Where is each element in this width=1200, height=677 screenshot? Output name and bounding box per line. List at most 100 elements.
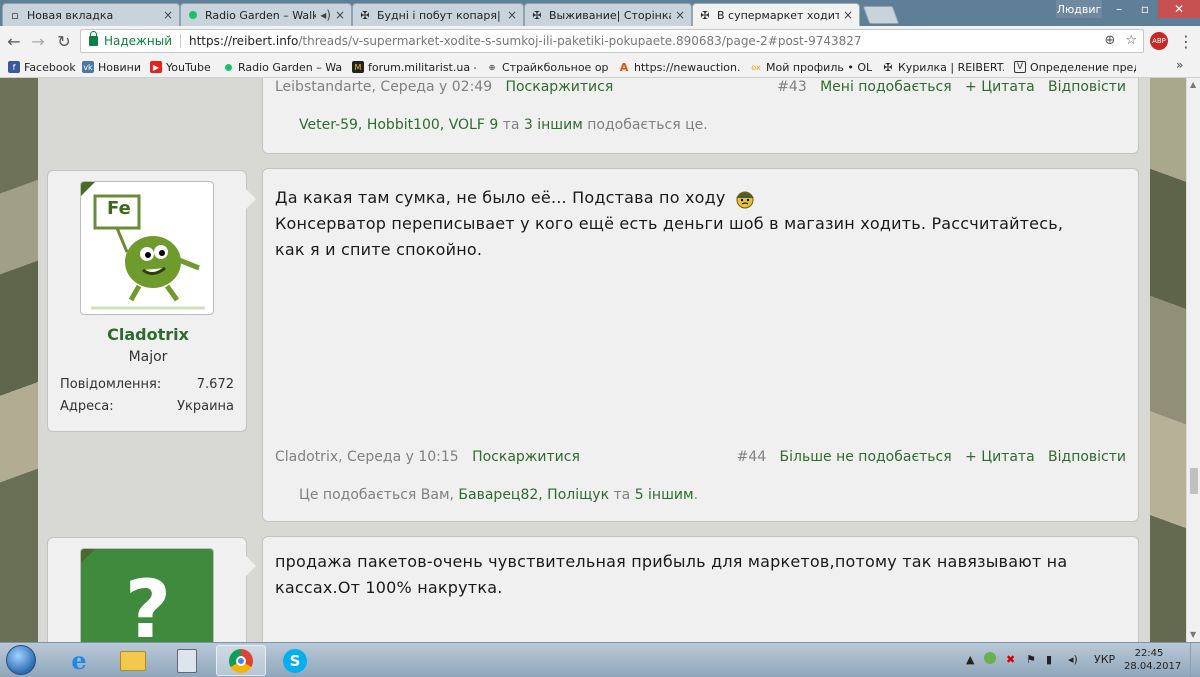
back-icon[interactable]: ←: [4, 32, 24, 51]
bookmark-militarist[interactable]: M forum.militarist.ua - П: [352, 59, 476, 75]
unlike-link[interactable]: Більше не подобається: [780, 449, 952, 465]
militarist-icon: M: [352, 61, 364, 73]
tab-budni[interactable]: ✠ Будні і побут копаря| Ст ×: [352, 3, 524, 26]
internet-explorer-icon[interactable]: e: [54, 645, 104, 676]
radio-garden-icon: [187, 9, 199, 21]
window-user-badge[interactable]: Людвиг: [1056, 0, 1102, 18]
windows-taskbar: e S ▲ ✖ ⚑ ▮ ◂) УКР 22:45 28.04.2017: [0, 642, 1200, 677]
quote-link[interactable]: + Цитата: [965, 449, 1035, 465]
secure-indicator[interactable]: Надежный: [81, 31, 172, 48]
star-icon[interactable]: ☆: [1125, 33, 1137, 48]
skype-icon[interactable]: S: [270, 645, 320, 676]
quote-link[interactable]: + Цитата: [965, 79, 1035, 95]
tab-supermarket[interactable]: ✠ В супермаркет ходите с ×: [692, 3, 860, 26]
speaker-icon[interactable]: ◂): [320, 8, 331, 22]
language-indicator[interactable]: УКР: [1094, 653, 1115, 666]
bookmark-opredelenie[interactable]: V Определение предм: [1014, 59, 1136, 75]
olx-icon: ox: [751, 62, 761, 72]
post-45: продажа пакетов-очень чувствительная при…: [262, 536, 1139, 642]
radio-garden-icon: [222, 61, 234, 73]
user-rank: Major: [128, 349, 168, 365]
camo-background-left: [0, 78, 38, 642]
likers-more-link[interactable]: 3 іншим: [524, 117, 583, 133]
lock-icon: [89, 31, 98, 46]
adblock-extension-icon[interactable]: ABP: [1150, 32, 1168, 50]
calculator-icon[interactable]: [162, 645, 212, 676]
iron-cross-icon: ✠: [700, 8, 710, 22]
new-tab-button[interactable]: [862, 6, 900, 24]
address-bar[interactable]: Надежный https://reibert.info/threads/v-…: [80, 29, 1144, 53]
iron-cross-icon: ✠: [360, 8, 370, 22]
avatar[interactable]: Fe: [80, 181, 214, 315]
minimize-icon[interactable]: –: [1106, 0, 1132, 18]
reply-link[interactable]: Відповісти: [1048, 449, 1126, 465]
tab-radio-garden[interactable]: Radio Garden – Walk ◂) ×: [180, 3, 352, 26]
avatar-corner-icon: [81, 182, 95, 196]
bookmark-olx[interactable]: ox Мой профиль • OLX.: [750, 59, 872, 75]
reply-link[interactable]: Відповісти: [1048, 79, 1126, 95]
tray-network-icon[interactable]: ▮: [1046, 653, 1052, 666]
start-button[interactable]: [6, 645, 36, 675]
page-scrollbar[interactable]: ▲ ▼: [1186, 78, 1200, 642]
user-card-cladotrix: Fe Cladotrix Major Повідомлення: 7.672 А…: [47, 170, 256, 432]
reload-icon[interactable]: ↻: [54, 32, 74, 51]
airsoft-icon: ⊕: [488, 62, 496, 72]
more-bookmarks-icon[interactable]: »: [1176, 58, 1183, 72]
report-link[interactable]: Поскаржитися: [472, 449, 580, 465]
bookmark-newauction[interactable]: A https://newauction.co: [618, 59, 740, 75]
tab-new-tab[interactable]: ▫ Новая вкладка ×: [2, 3, 180, 26]
show-desktop-button[interactable]: [1190, 643, 1200, 677]
chrome-icon[interactable]: [216, 645, 266, 676]
close-icon[interactable]: ×: [843, 8, 853, 22]
close-icon[interactable]: ×: [507, 8, 517, 22]
close-icon[interactable]: ×: [335, 8, 345, 22]
zoom-icon[interactable]: ⊕: [1104, 33, 1115, 48]
messages-count-link[interactable]: 7.672: [197, 377, 234, 392]
facebook-icon: f: [8, 61, 20, 73]
forward-icon[interactable]: →: [28, 32, 48, 51]
tab-strip: ▫ Новая вкладка × Radio Garden – Walk ◂)…: [0, 0, 1200, 26]
username-link[interactable]: Cladotrix: [48, 325, 248, 344]
scroll-down-icon[interactable]: ▼: [1190, 630, 1196, 639]
avatar[interactable]: ?: [80, 548, 214, 642]
file-explorer-icon[interactable]: [108, 645, 158, 676]
address-link[interactable]: Украина: [177, 399, 234, 414]
bookmark-kurilka[interactable]: ✠ Курилка | REIBERT.inf: [882, 59, 1004, 75]
likers-more-link[interactable]: 5 іншим: [635, 487, 694, 503]
close-icon[interactable]: ×: [675, 8, 685, 22]
bookmark-youtube[interactable]: ▶ YouTube: [150, 59, 211, 75]
browser-toolbar: ← → ↻ Надежный https://reibert.info/thre…: [0, 26, 1200, 56]
camo-background-right: [1150, 78, 1186, 642]
blank-page-icon: ▫: [11, 8, 19, 22]
system-clock[interactable]: 22:45 28.04.2017: [1124, 647, 1181, 673]
post-date[interactable]: Середа у 02:49: [380, 79, 492, 95]
bookmark-radio-garden[interactable]: Radio Garden – Walk: [222, 59, 342, 75]
close-icon[interactable]: ×: [163, 8, 173, 22]
bookmark-facebook[interactable]: f Facebook: [8, 59, 76, 75]
post-author-link[interactable]: Cladotrix: [275, 449, 338, 465]
post-number[interactable]: #43: [777, 79, 807, 95]
menu-icon[interactable]: ⋮: [1178, 32, 1194, 51]
scroll-up-icon[interactable]: ▲: [1190, 80, 1196, 89]
question-mark-icon: ?: [124, 563, 172, 642]
likers-links[interactable]: Баварец82, Поліщук: [458, 487, 609, 503]
report-link[interactable]: Поскаржитися: [505, 79, 613, 95]
tab-vyzhivanie[interactable]: ✠ Выживание| Сторінка 2 ×: [524, 3, 692, 26]
window-close-icon[interactable]: ✕: [1158, 0, 1200, 18]
iron-cross-icon: ✠: [532, 8, 542, 22]
post-number[interactable]: #44: [737, 449, 767, 465]
scroll-thumb[interactable]: [1190, 468, 1198, 494]
post-date[interactable]: Середа у 10:15: [347, 449, 459, 465]
tray-flag-icon[interactable]: ⚑: [1026, 653, 1036, 666]
likers-links[interactable]: Veter-59, Hobbit100, VOLF 9: [299, 117, 498, 133]
post-body: продажа пакетов-очень чувствительная при…: [275, 552, 1068, 597]
tray-volume-icon[interactable]: ◂): [1068, 653, 1078, 666]
tray-expand-icon[interactable]: ▲: [966, 653, 974, 666]
bookmark-airsoft[interactable]: ⊕ Страйкбольное оруж: [486, 59, 608, 75]
bookmark-novyny[interactable]: vk Новини: [82, 59, 141, 75]
tray-app-icon[interactable]: [984, 652, 996, 664]
tray-network-error-icon[interactable]: ✖: [1006, 653, 1015, 666]
like-link[interactable]: Мені подобається: [820, 79, 952, 95]
post-author-link[interactable]: Leibstandarte: [275, 79, 372, 95]
maximize-icon[interactable]: ▫: [1132, 0, 1158, 18]
